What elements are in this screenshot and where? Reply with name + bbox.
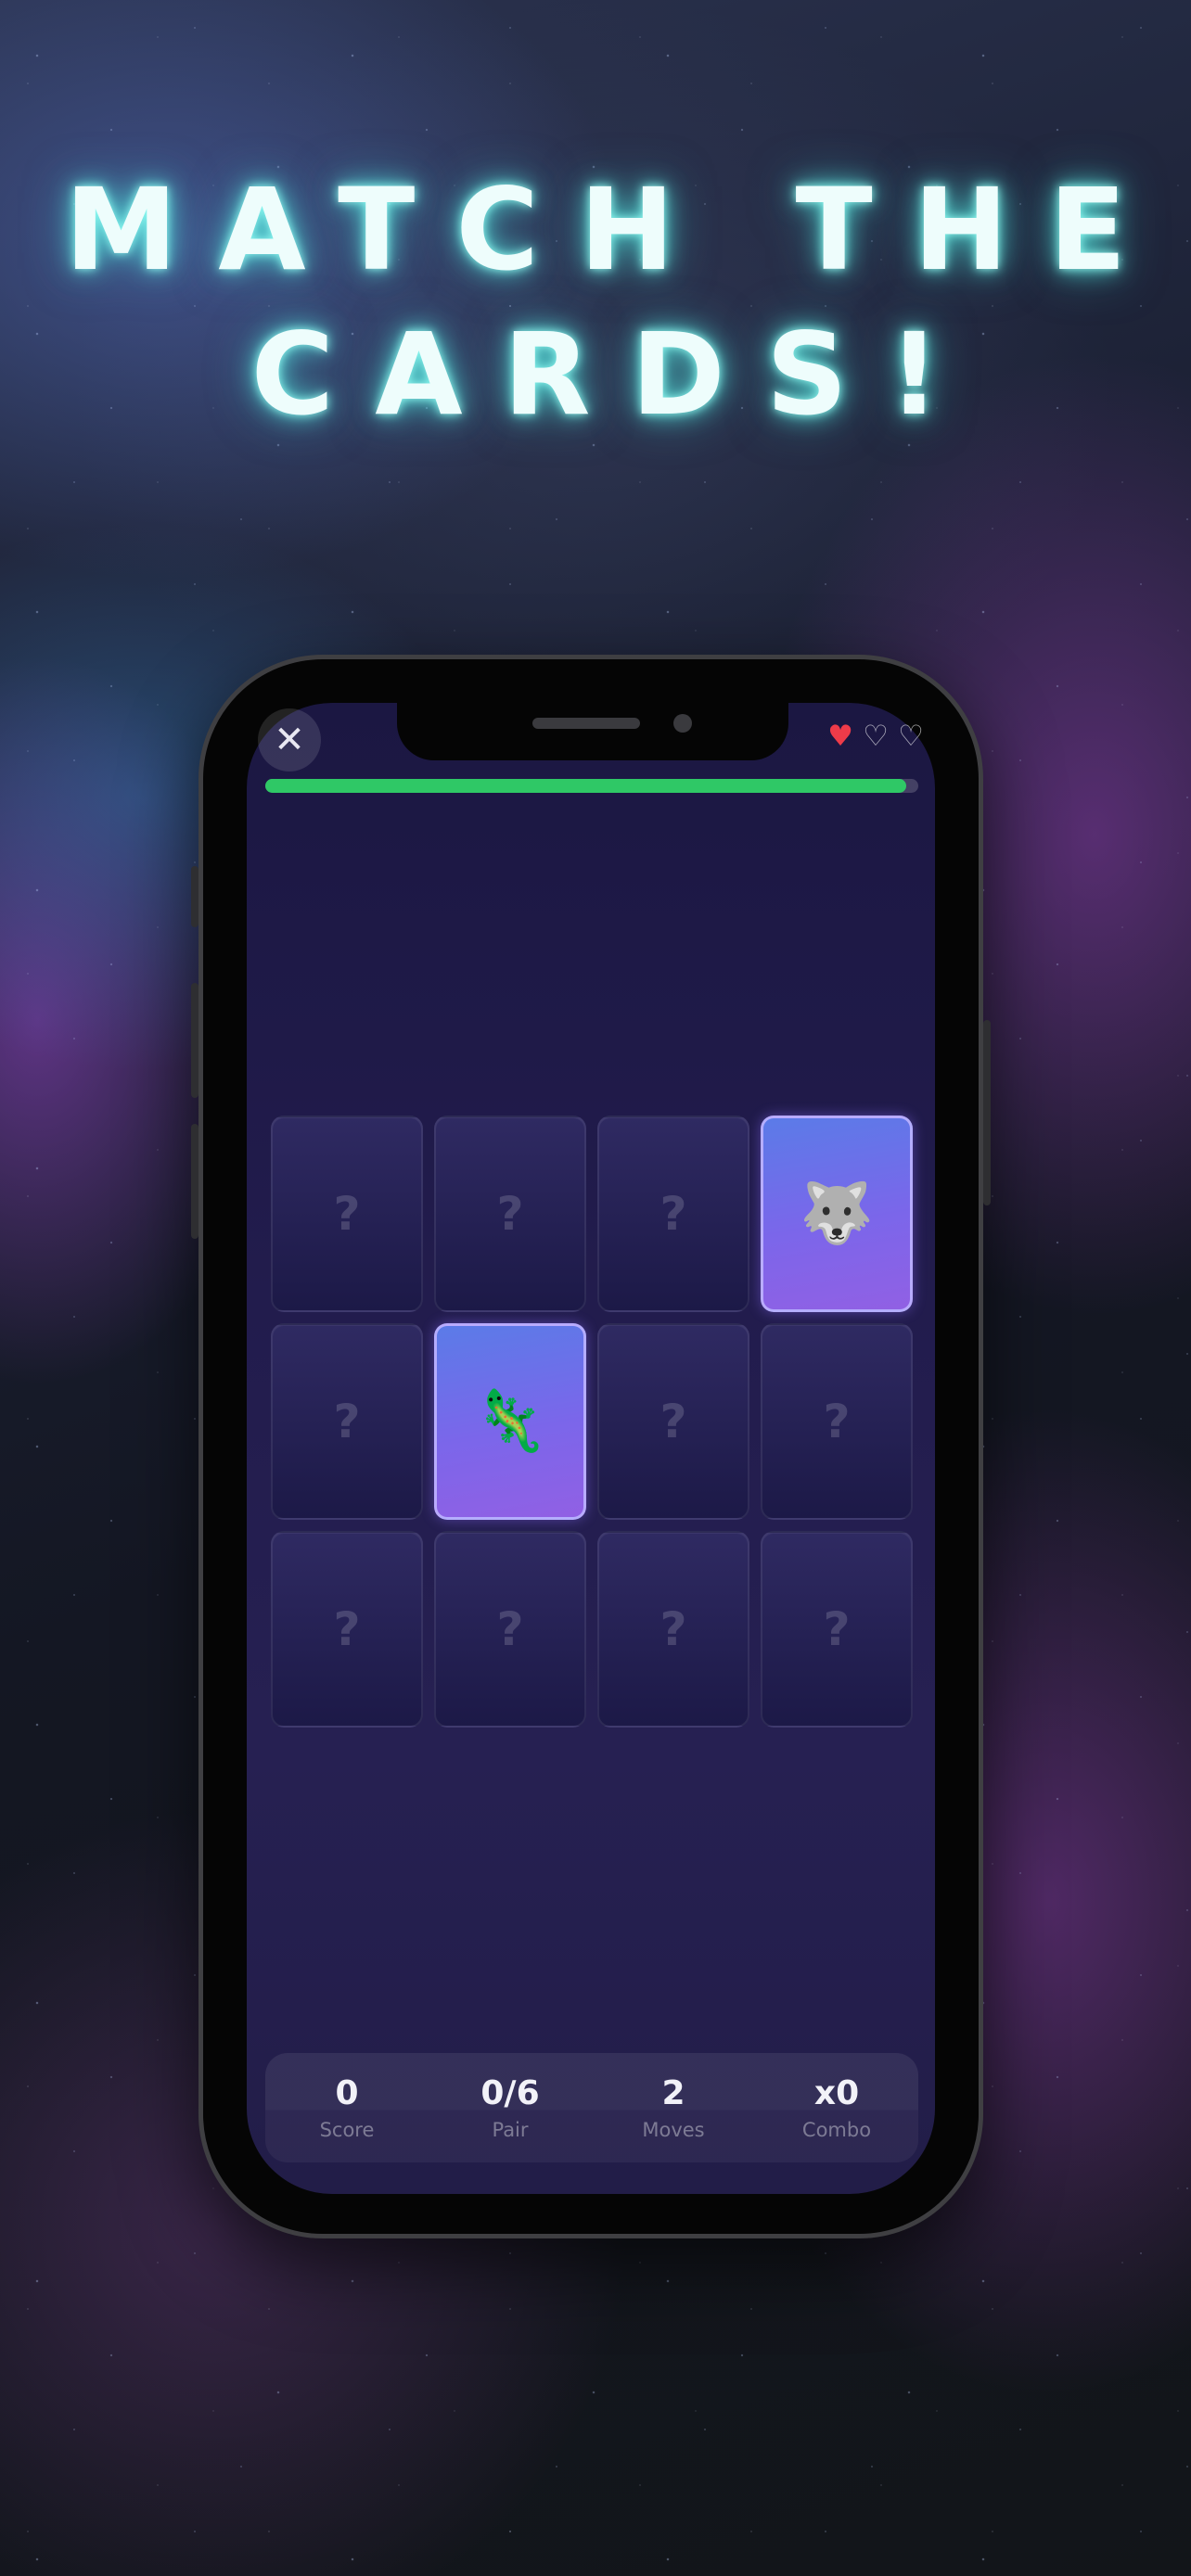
- question-mark-icon: ?: [660, 1187, 687, 1241]
- close-button[interactable]: ✕: [258, 708, 321, 772]
- card-face-down[interactable]: ?: [761, 1531, 913, 1728]
- question-mark-icon: ?: [823, 1602, 851, 1656]
- card-face-up[interactable]: 🦎: [434, 1323, 586, 1520]
- stat-moves: 2 Moves: [592, 2053, 755, 2162]
- card-face-down[interactable]: ?: [597, 1116, 749, 1312]
- progress-bar-fill: [265, 779, 907, 793]
- stat-combo: x0 Combo: [755, 2053, 918, 2162]
- question-mark-icon: ?: [333, 1602, 361, 1656]
- stat-pair: 0/6 Pair: [429, 2053, 592, 2162]
- heart-outline-icon: ♡: [863, 720, 889, 753]
- score-value: 0: [335, 2074, 359, 2112]
- moves-label: Moves: [642, 2119, 705, 2141]
- score-label: Score: [319, 2119, 375, 2141]
- phone-power-button: [983, 1020, 991, 1205]
- card-animal-icon: 🦎: [473, 1387, 547, 1456]
- card-grid: ??? 🐺? 🦎??????: [271, 1116, 913, 1729]
- promo-headline-line1: MATCH THE: [64, 164, 1168, 296]
- close-icon: ✕: [274, 719, 305, 761]
- card-face-down[interactable]: ?: [597, 1531, 749, 1728]
- stats-panel: 0 Score 0/6 Pair 2 Moves x0 Combo: [265, 2053, 918, 2162]
- progress-bar: [265, 779, 918, 793]
- card-animal-icon: 🐺: [800, 1180, 874, 1248]
- card-face-down[interactable]: ?: [761, 1323, 913, 1520]
- card-face-down[interactable]: ?: [434, 1116, 586, 1312]
- question-mark-icon: ?: [333, 1395, 361, 1448]
- question-mark-icon: ?: [660, 1395, 687, 1448]
- question-mark-icon: ?: [333, 1187, 361, 1241]
- card-face-down[interactable]: ?: [271, 1116, 423, 1312]
- phone-silent-switch: [191, 866, 198, 927]
- question-mark-icon: ?: [660, 1602, 687, 1656]
- promo-headline: MATCH THE CARDS!: [0, 158, 1191, 447]
- phone-notch: [397, 703, 788, 760]
- pair-value: 0/6: [480, 2074, 540, 2112]
- phone-camera: [673, 714, 692, 733]
- combo-value: x0: [813, 2074, 860, 2112]
- phone-volume-up: [191, 983, 198, 1098]
- heart-filled-icon: ♥: [827, 720, 853, 753]
- card-face-down[interactable]: ?: [271, 1323, 423, 1520]
- stat-score: 0 Score: [265, 2053, 429, 2162]
- card-face-down[interactable]: ?: [597, 1323, 749, 1520]
- question-mark-icon: ?: [496, 1602, 524, 1656]
- card-face-down[interactable]: ?: [271, 1531, 423, 1728]
- promo-headline-line2: CARDS!: [250, 309, 981, 440]
- combo-label: Combo: [801, 2119, 872, 2141]
- question-mark-icon: ?: [823, 1395, 851, 1448]
- card-face-down[interactable]: ?: [434, 1531, 586, 1728]
- card-face-up[interactable]: 🐺: [761, 1116, 913, 1312]
- pair-label: Pair: [492, 2119, 529, 2141]
- heart-outline-icon: ♡: [898, 720, 924, 753]
- phone-volume-down: [191, 1124, 198, 1239]
- moves-value: 2: [661, 2074, 685, 2112]
- question-mark-icon: ?: [496, 1187, 524, 1241]
- phone-speaker: [532, 718, 640, 729]
- lives-indicator: ♥ ♡ ♡: [826, 720, 928, 757]
